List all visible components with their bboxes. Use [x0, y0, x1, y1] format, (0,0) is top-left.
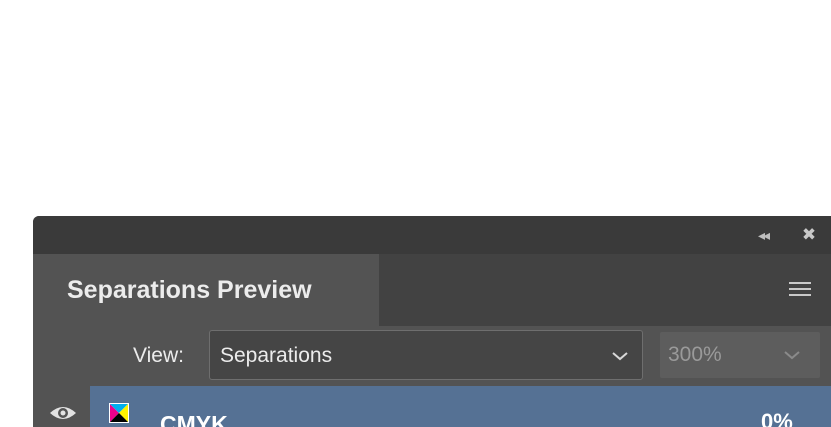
chevron-down-icon: [784, 351, 800, 360]
tab-separations-preview[interactable]: Separations Preview: [33, 254, 379, 326]
eye-icon[interactable]: [48, 403, 78, 423]
separation-percent: 0%: [761, 409, 793, 427]
panel-tab-row: Separations Preview: [33, 254, 831, 326]
cmyk-swatch-icon: [109, 403, 129, 423]
stage: ◂◂ ✖ Separations Preview View: Separatio…: [0, 0, 831, 427]
separation-name: CMYK: [160, 411, 228, 427]
tab-label: Separations Preview: [67, 276, 312, 304]
separations-preview-panel: ◂◂ ✖ Separations Preview View: Separatio…: [33, 216, 831, 427]
view-label: View:: [133, 344, 184, 367]
view-select-value: Separations: [220, 344, 333, 367]
zoom-value: 300%: [668, 343, 722, 366]
panel-title-bar[interactable]: ◂◂ ✖: [33, 216, 831, 254]
view-row: View: Separations 300%: [33, 326, 831, 386]
chevron-down-icon: [612, 352, 628, 361]
collapse-panel-icon[interactable]: ◂◂: [751, 225, 775, 245]
zoom-select[interactable]: 300%: [660, 332, 820, 378]
hamburger-menu-icon[interactable]: [789, 282, 811, 298]
separation-row-cmyk[interactable]: CMYK 0%: [33, 386, 831, 427]
close-panel-icon[interactable]: ✖: [799, 225, 819, 245]
view-select[interactable]: Separations: [209, 330, 643, 380]
